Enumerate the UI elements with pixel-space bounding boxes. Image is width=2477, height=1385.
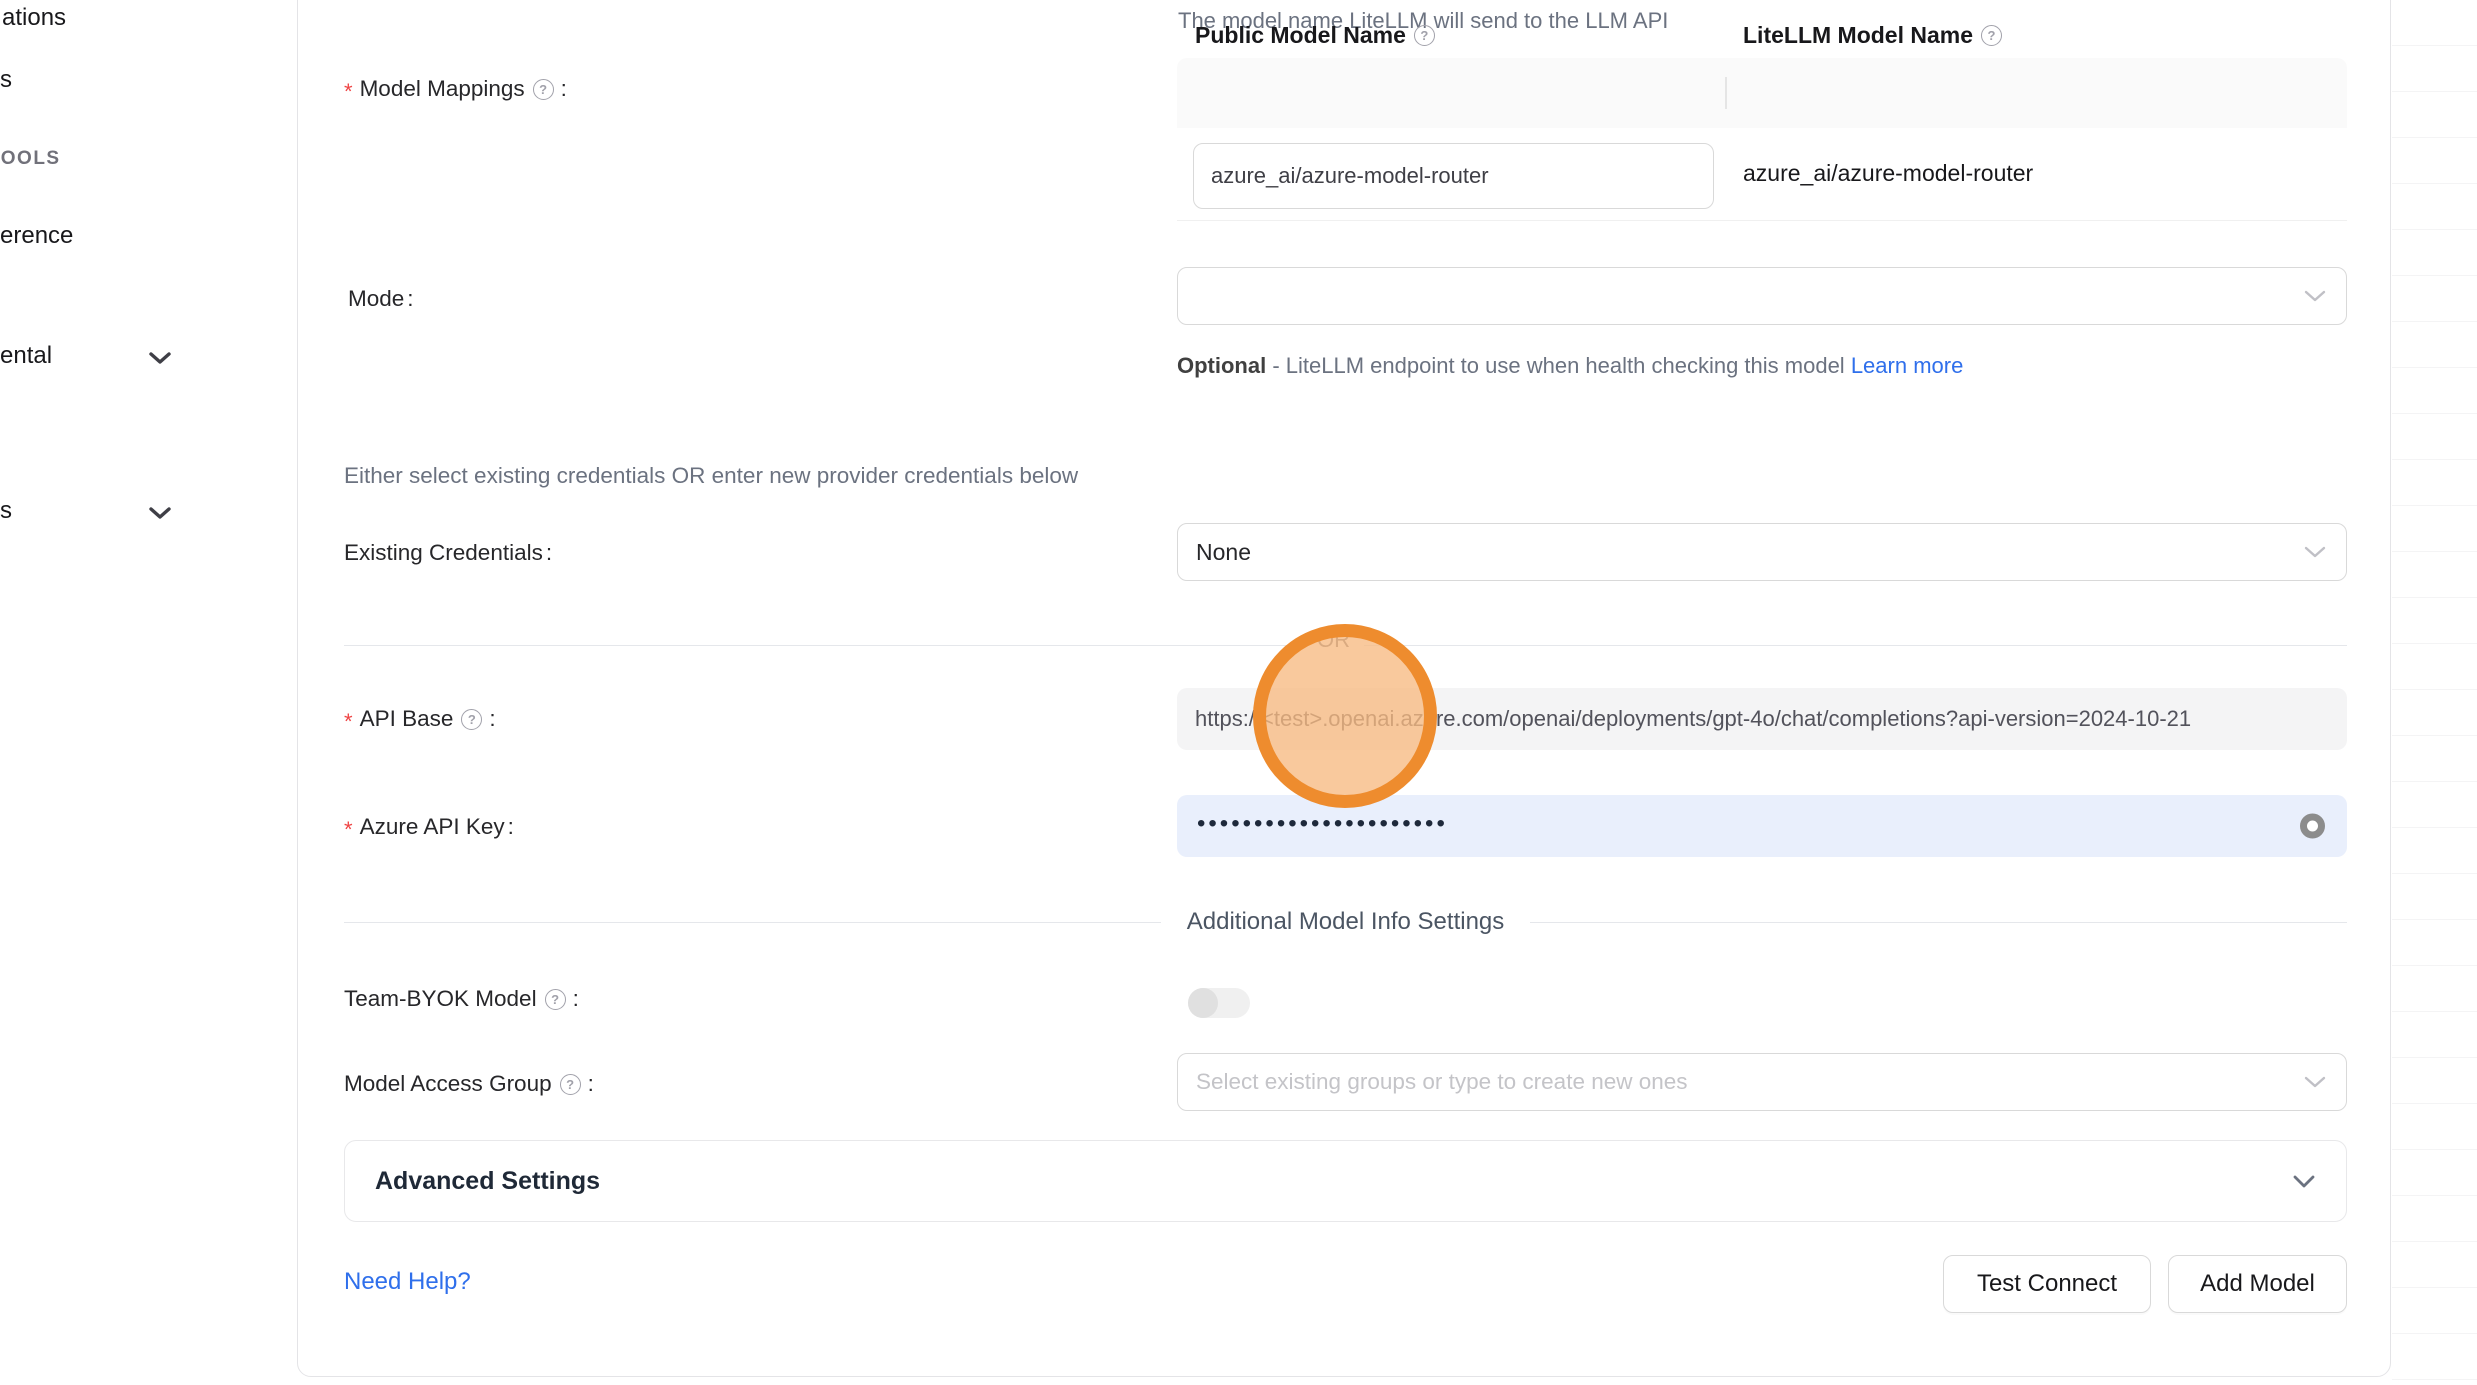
credentials-note: Either select existing credentials OR en… bbox=[344, 463, 1078, 489]
mode-label: Mode : bbox=[348, 286, 414, 312]
add-model-button[interactable]: Add Model bbox=[2168, 1255, 2347, 1313]
team-byok-label: Team-BYOK Model ? : bbox=[344, 986, 579, 1012]
help-icon[interactable]: ? bbox=[461, 709, 482, 730]
sidebar-item[interactable]: s bbox=[0, 66, 12, 94]
mode-help-text: Optional - LiteLLM endpoint to use when … bbox=[1177, 346, 1992, 386]
chevron-down-icon bbox=[2292, 1174, 2316, 1189]
model-access-group-placeholder: Select existing groups or type to create… bbox=[1196, 1069, 1688, 1095]
column-public-model-name: Public Model Name ? bbox=[1195, 0, 1439, 70]
sidebar-item-settings[interactable]: s bbox=[0, 497, 12, 525]
additional-settings-divider: Additional Model Info Settings bbox=[344, 905, 2347, 939]
required-mark: * bbox=[344, 817, 353, 843]
help-icon[interactable]: ? bbox=[545, 989, 566, 1010]
litellm-model-name-value: azure_ai/azure-model-router bbox=[1743, 160, 2033, 187]
mode-select[interactable] bbox=[1177, 267, 2347, 325]
advanced-settings-title: Advanced Settings bbox=[375, 1167, 2292, 1196]
public-model-name-input[interactable]: azure_ai/azure-model-router bbox=[1193, 143, 1714, 209]
api-base-input[interactable]: https://<test>.openai.azure.com/openai/d… bbox=[1177, 688, 2347, 750]
masked-api-key: •••••••••••••••••••••• bbox=[1197, 812, 1448, 836]
existing-credentials-select[interactable]: None bbox=[1177, 523, 2347, 581]
chevron-down-icon bbox=[148, 350, 172, 366]
sidebar-section-tools: TOOLS bbox=[0, 148, 61, 170]
existing-credentials-value: None bbox=[1196, 539, 1251, 566]
test-connect-button[interactable]: Test Connect bbox=[1943, 1255, 2151, 1313]
help-icon[interactable]: ? bbox=[1981, 25, 2002, 46]
api-base-label: * API Base ? : bbox=[344, 706, 496, 732]
chevron-down-icon bbox=[2304, 289, 2326, 303]
model-access-group-select[interactable]: Select existing groups or type to create… bbox=[1177, 1053, 2347, 1111]
chevron-down-icon bbox=[2304, 545, 2326, 559]
chevron-down-icon bbox=[2304, 1075, 2326, 1089]
team-byok-toggle[interactable] bbox=[1188, 988, 1250, 1018]
help-icon[interactable]: ? bbox=[533, 79, 554, 100]
page-background bbox=[2392, 0, 2477, 1385]
required-mark: * bbox=[344, 79, 353, 105]
azure-api-key-input[interactable]: •••••••••••••••••••••• bbox=[1177, 795, 2347, 857]
section-divider-title: Additional Model Info Settings bbox=[1187, 908, 1505, 936]
column-litellm-model-name: LiteLLM Model Name ? bbox=[1743, 0, 2006, 70]
need-help-link[interactable]: Need Help? bbox=[344, 1268, 471, 1296]
toggle-knob bbox=[1188, 988, 1218, 1018]
chevron-down-icon bbox=[148, 505, 172, 521]
existing-credentials-label: Existing Credentials : bbox=[344, 540, 552, 566]
help-icon[interactable]: ? bbox=[560, 1074, 581, 1095]
eye-icon[interactable] bbox=[2300, 814, 2325, 839]
model-mappings-label: * Model Mappings ? : bbox=[344, 76, 567, 102]
sidebar-item-experimental[interactable]: ental bbox=[0, 342, 52, 370]
learn-more-link[interactable]: Learn more bbox=[1851, 353, 1964, 378]
azure-api-key-label: * Azure API Key : bbox=[344, 814, 514, 840]
or-divider-label: OR bbox=[1303, 627, 1364, 653]
advanced-settings-toggle[interactable]: Advanced Settings bbox=[344, 1140, 2347, 1222]
required-mark: * bbox=[344, 709, 353, 735]
table-bottom-border bbox=[1177, 220, 2347, 221]
help-icon[interactable]: ? bbox=[1414, 25, 1435, 46]
sidebar-item-organizations[interactable]: ations bbox=[2, 4, 66, 32]
model-access-group-label: Model Access Group ? : bbox=[344, 1071, 594, 1097]
header-divider bbox=[1725, 77, 1727, 109]
sidebar-item-api-reference[interactable]: erence bbox=[0, 222, 73, 250]
